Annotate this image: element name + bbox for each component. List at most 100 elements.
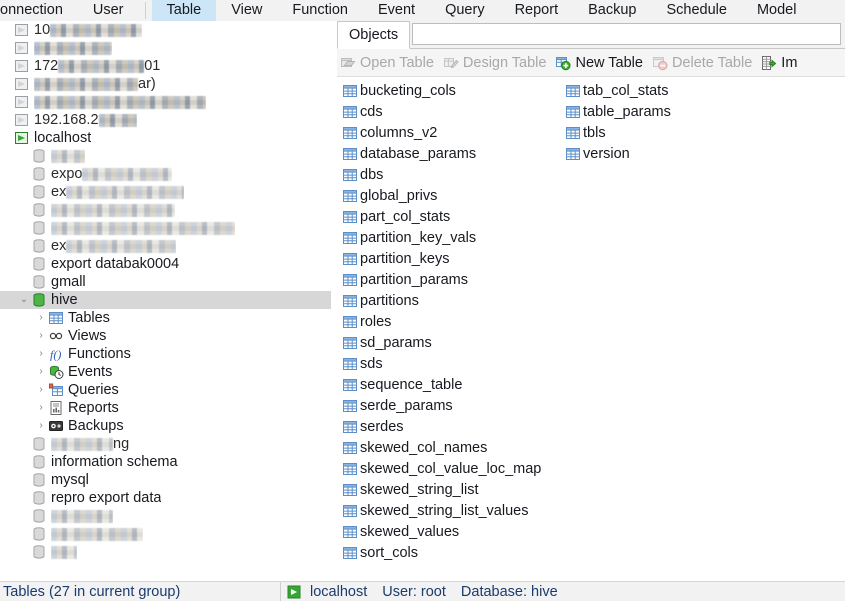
table-list-item[interactable]: partition_keys <box>342 248 541 269</box>
chevron-right-icon[interactable]: › <box>34 381 48 399</box>
tables-list[interactable]: bucketing_cols cds columns_v2 database_para… <box>337 77 845 586</box>
tab-objects[interactable]: Objects <box>337 21 411 49</box>
menu-item-user[interactable]: User <box>78 0 139 21</box>
tree-row-redacted-23[interactable]: ng <box>0 435 331 453</box>
table-list-item[interactable]: part_col_stats <box>342 206 541 227</box>
table-list-item[interactable]: skewed_values <box>342 521 541 542</box>
menu-item-view[interactable]: View <box>216 0 277 21</box>
tree-row-172[interactable]: 172 01 <box>0 57 331 75</box>
tree-row-reports[interactable]: › Reports <box>0 399 331 417</box>
chevron-right-icon[interactable]: › <box>34 399 48 417</box>
table-icon <box>565 104 581 120</box>
tree-row-redacted-3[interactable]: ar) <box>0 75 331 93</box>
menu-item-onnection[interactable]: onnection <box>0 0 78 21</box>
tree-row-events[interactable]: › Events <box>0 363 331 381</box>
tree-row-export-databak0004[interactable]: export databak0004 <box>0 255 331 273</box>
tree-row-redacted-4[interactable] <box>0 93 331 111</box>
menu-item-schedule[interactable]: Schedule <box>651 0 741 21</box>
table-list-item[interactable]: skewed_string_list <box>342 479 541 500</box>
tree-row-hive[interactable]: ⌄ hive <box>0 291 331 309</box>
connection-icon <box>14 112 30 128</box>
table-list-item[interactable]: skewed_col_value_loc_map <box>342 458 541 479</box>
table-list-item[interactable]: sort_cols <box>342 542 541 563</box>
chevron-down-icon[interactable]: ⌄ <box>17 291 31 309</box>
tree-row-redacted-10[interactable] <box>0 201 331 219</box>
design-table-button: Design Table <box>440 51 553 75</box>
menu-item-table[interactable]: Table <box>151 0 217 21</box>
menu-item-query[interactable]: Query <box>430 0 500 21</box>
chevron-right-icon[interactable]: › <box>34 327 48 345</box>
tree-row-views[interactable]: › Views <box>0 327 331 345</box>
main-menubar: onnection User Table View Function Event Query… <box>0 0 845 22</box>
table-list-item[interactable]: table_params <box>565 101 671 122</box>
new-table-button[interactable]: New Table <box>552 51 648 75</box>
redacted-text <box>51 149 85 163</box>
tree-row-repro-export-data[interactable]: repro export data <box>0 489 331 507</box>
objects-filter-input[interactable] <box>412 23 841 45</box>
tree-row-gmall[interactable]: gmall <box>0 273 331 291</box>
menu-item-backup[interactable]: Backup <box>573 0 651 21</box>
chevron-right-icon[interactable]: › <box>34 363 48 381</box>
redacted-text <box>51 527 143 541</box>
chevron-right-icon[interactable]: › <box>34 345 48 363</box>
table-icon <box>342 356 358 372</box>
tree-row-redacted-8[interactable]: expo <box>0 165 331 183</box>
tree-row-redacted-29[interactable] <box>0 543 331 561</box>
menu-item-label: Event <box>377 2 416 18</box>
table-list-item[interactable]: partitions <box>342 290 541 311</box>
menu-item-report[interactable]: Report <box>500 0 574 21</box>
tree-row-tables[interactable]: › Tables <box>0 309 331 327</box>
table-list-item[interactable]: sequence_table <box>342 374 541 395</box>
tree-row-localhost[interactable]: localhost <box>0 129 331 147</box>
table-list-item[interactable]: cds <box>342 101 541 122</box>
im-button[interactable]: Im <box>758 51 803 75</box>
table-list-item[interactable]: serde_params <box>342 395 541 416</box>
tree-row-redacted-28[interactable] <box>0 525 331 543</box>
table-list-item[interactable]: skewed_col_names <box>342 437 541 458</box>
table-list-item[interactable]: bucketing_cols <box>342 80 541 101</box>
table-list-item[interactable]: tab_col_stats <box>565 80 671 101</box>
menu-item-event[interactable]: Event <box>363 0 430 21</box>
table-icon <box>342 461 358 477</box>
redacted-text <box>66 185 185 199</box>
table-list-item[interactable]: sd_params <box>342 332 541 353</box>
tree-row-redacted-11[interactable] <box>0 219 331 237</box>
tree-row-mysql[interactable]: mysql <box>0 471 331 489</box>
table-list-item[interactable]: global_privs <box>342 185 541 206</box>
tree-row-redacted-12[interactable]: ex <box>0 237 331 255</box>
table-list-item[interactable]: tbls <box>565 122 671 143</box>
tree-row-label <box>51 202 175 218</box>
menu-item-function[interactable]: Function <box>277 0 363 21</box>
tree-row-backups[interactable]: › Backups <box>0 417 331 435</box>
table-list-item[interactable]: partition_key_vals <box>342 227 541 248</box>
table-list-item[interactable]: serdes <box>342 416 541 437</box>
tree-row-partial-text: ex <box>51 238 67 255</box>
tree-row-192-168-2[interactable]: 192.168.2 <box>0 111 331 129</box>
table-list-item[interactable]: sds <box>342 353 541 374</box>
tree-row-10[interactable]: 10 <box>0 21 331 39</box>
table-list-item[interactable]: columns_v2 <box>342 122 541 143</box>
chevron-right-icon[interactable]: › <box>34 309 48 327</box>
table-list-item[interactable]: database_params <box>342 143 541 164</box>
table-list-item[interactable]: version <box>565 143 671 164</box>
connection-tree-sidebar[interactable]: 10 172 01 ar) 192.168.2 localhost expo ex ex expo… <box>0 21 331 581</box>
tree-row-label: ex <box>51 184 185 200</box>
tree-row-redacted-7[interactable] <box>0 147 331 165</box>
table-list-item[interactable]: partition_params <box>342 269 541 290</box>
tree-row-label: ng <box>51 436 129 452</box>
tree-row-queries[interactable]: › Queries <box>0 381 331 399</box>
tree-row-label: export databak0004 <box>51 256 180 272</box>
tree-row-redacted-9[interactable]: ex <box>0 183 331 201</box>
table-list-item[interactable]: roles <box>342 311 541 332</box>
tree-row-functions[interactable]: › f() Functions <box>0 345 331 363</box>
tree-row-redacted-1[interactable] <box>0 39 331 57</box>
menu-item-label: Table <box>166 2 202 18</box>
table-list-item[interactable]: dbs <box>342 164 541 185</box>
tree-row-redacted-27[interactable] <box>0 507 331 525</box>
chevron-right-icon[interactable]: › <box>34 417 48 435</box>
tree-row-label: gmall <box>51 274 86 290</box>
menu-item-model[interactable]: Model <box>742 0 812 21</box>
redacted-text <box>34 41 112 55</box>
tree-row-information-schema[interactable]: information schema <box>0 453 331 471</box>
table-list-item[interactable]: skewed_string_list_values <box>342 500 541 521</box>
